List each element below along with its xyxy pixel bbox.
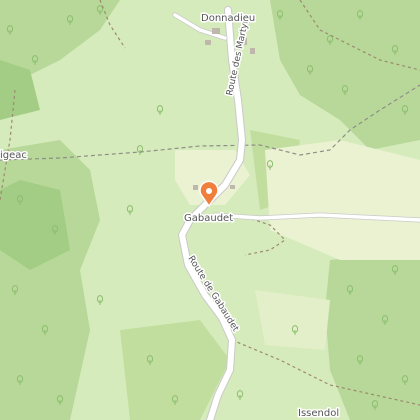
map-canvas[interactable]: Route des Martyrs Route de Gabaudet Donn…	[0, 0, 420, 420]
place-label-igeac: igeac	[0, 150, 27, 161]
place-label-gabaudet: Gabaudet	[184, 213, 233, 224]
place-label-issendol: Issendol	[298, 408, 339, 419]
place-label-donnadieu: Donnadieu	[201, 13, 255, 24]
